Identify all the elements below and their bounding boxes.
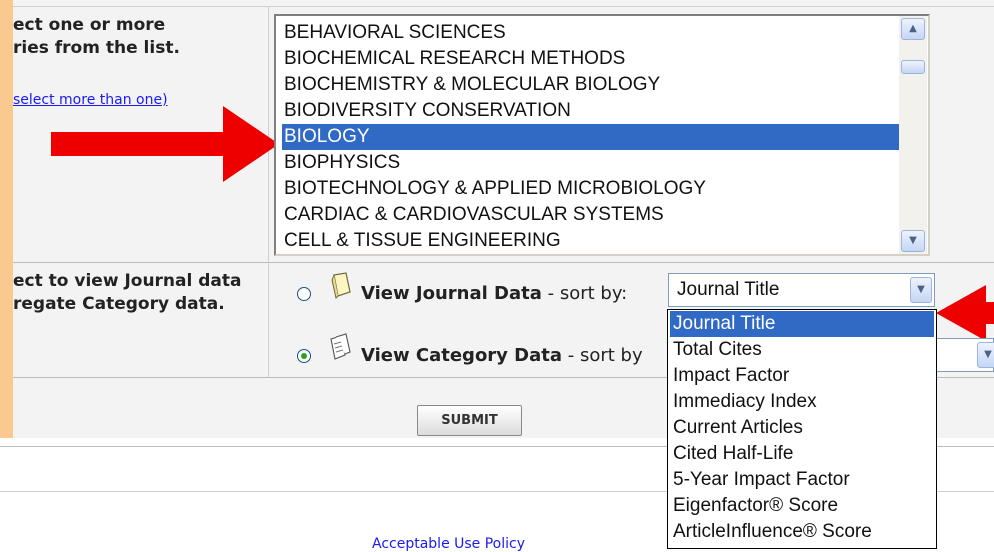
select-value: Journal Title	[677, 279, 780, 300]
dropdown-option[interactable]: Current Articles	[670, 415, 934, 441]
view-journal-radio[interactable]	[297, 287, 311, 301]
category-listbox[interactable]: BEHAVIORAL SCIENCES BIOCHEMICAL RESEARCH…	[274, 14, 930, 256]
view-category-radio[interactable]	[297, 349, 311, 363]
view-category-option[interactable]: View Category Data - sort by	[361, 344, 643, 368]
category-sort-by-label: - sort by	[562, 345, 643, 366]
dropdown-option[interactable]: Immediacy Index	[670, 389, 934, 415]
divider	[13, 262, 994, 263]
sort-options-dropdown[interactable]: Journal Title Total Cites Impact Factor …	[667, 309, 937, 549]
dropdown-option[interactable]: Impact Factor	[670, 363, 934, 389]
divider	[268, 6, 269, 377]
chevron-down-icon[interactable]: ▼	[901, 230, 925, 252]
list-item[interactable]: BIODIVERSITY CONSERVATION	[282, 98, 901, 124]
select-multiple-help-link[interactable]: select more than one)	[13, 92, 168, 108]
list-item[interactable]: BIOPHYSICS	[282, 150, 901, 176]
view-category-label[interactable]: View Category Data	[361, 345, 562, 366]
radio-checked-dot	[301, 353, 307, 359]
dropdown-option[interactable]: Cited Half-Life	[670, 441, 934, 467]
list-item[interactable]: BIOCHEMISTRY & MOLECULAR BIOLOGY	[282, 72, 901, 98]
side-accent-bar	[0, 0, 13, 438]
list-item[interactable]: BEHAVIORAL SCIENCES	[282, 20, 901, 46]
list-item[interactable]: CARDIAC & CARDIOVASCULAR SYSTEMS	[282, 202, 901, 228]
dropdown-option[interactable]: Eigenfactor® Score	[670, 493, 934, 519]
view-journal-option[interactable]: View Journal Data - sort by:	[361, 282, 627, 306]
category-icon	[330, 333, 351, 360]
dropdown-option-selected[interactable]: Journal Title	[670, 311, 934, 337]
listbox-scrollbar[interactable]: ▲ ▼	[899, 16, 927, 254]
list-item[interactable]: BIOCHEMICAL RESEARCH METHODS	[282, 46, 901, 72]
dropdown-option[interactable]: 5-Year Impact Factor	[670, 467, 934, 493]
view-journal-label[interactable]: View Journal Data	[361, 283, 542, 304]
acceptable-use-policy-link[interactable]: Acceptable Use Policy	[372, 536, 525, 552]
list-item[interactable]: CELL & TISSUE ENGINEERING	[282, 228, 901, 254]
category-instruction-line1: ect one or more	[13, 15, 166, 35]
chevron-up-icon[interactable]: ▲	[901, 18, 925, 40]
list-item-selected[interactable]: BIOLOGY	[282, 124, 901, 150]
dropdown-option[interactable]: ArticleInfluence® Score	[670, 519, 934, 545]
journal-sort-by-label: - sort by:	[541, 283, 628, 304]
list-item[interactable]: BIOTECHNOLOGY & APPLIED MICROBIOLOGY	[282, 176, 901, 202]
divider	[13, 6, 994, 7]
chevron-down-icon[interactable]: ▼	[910, 277, 932, 303]
submit-button[interactable]: SUBMIT	[417, 405, 522, 436]
chevron-down-icon[interactable]: ▼	[977, 342, 994, 368]
view-instruction-line1: ect to view Journal data	[13, 271, 242, 291]
journal-sort-select[interactable]: Journal Title ▼	[668, 273, 935, 307]
category-sort-select[interactable]: ▼	[930, 338, 994, 372]
category-instruction-line2: ries from the list.	[13, 38, 180, 58]
scrollbar-thumb[interactable]	[901, 60, 925, 74]
dropdown-option[interactable]: Total Cites	[670, 337, 934, 363]
journal-icon	[331, 272, 351, 299]
view-instruction-line2: regate Category data.	[13, 294, 225, 314]
